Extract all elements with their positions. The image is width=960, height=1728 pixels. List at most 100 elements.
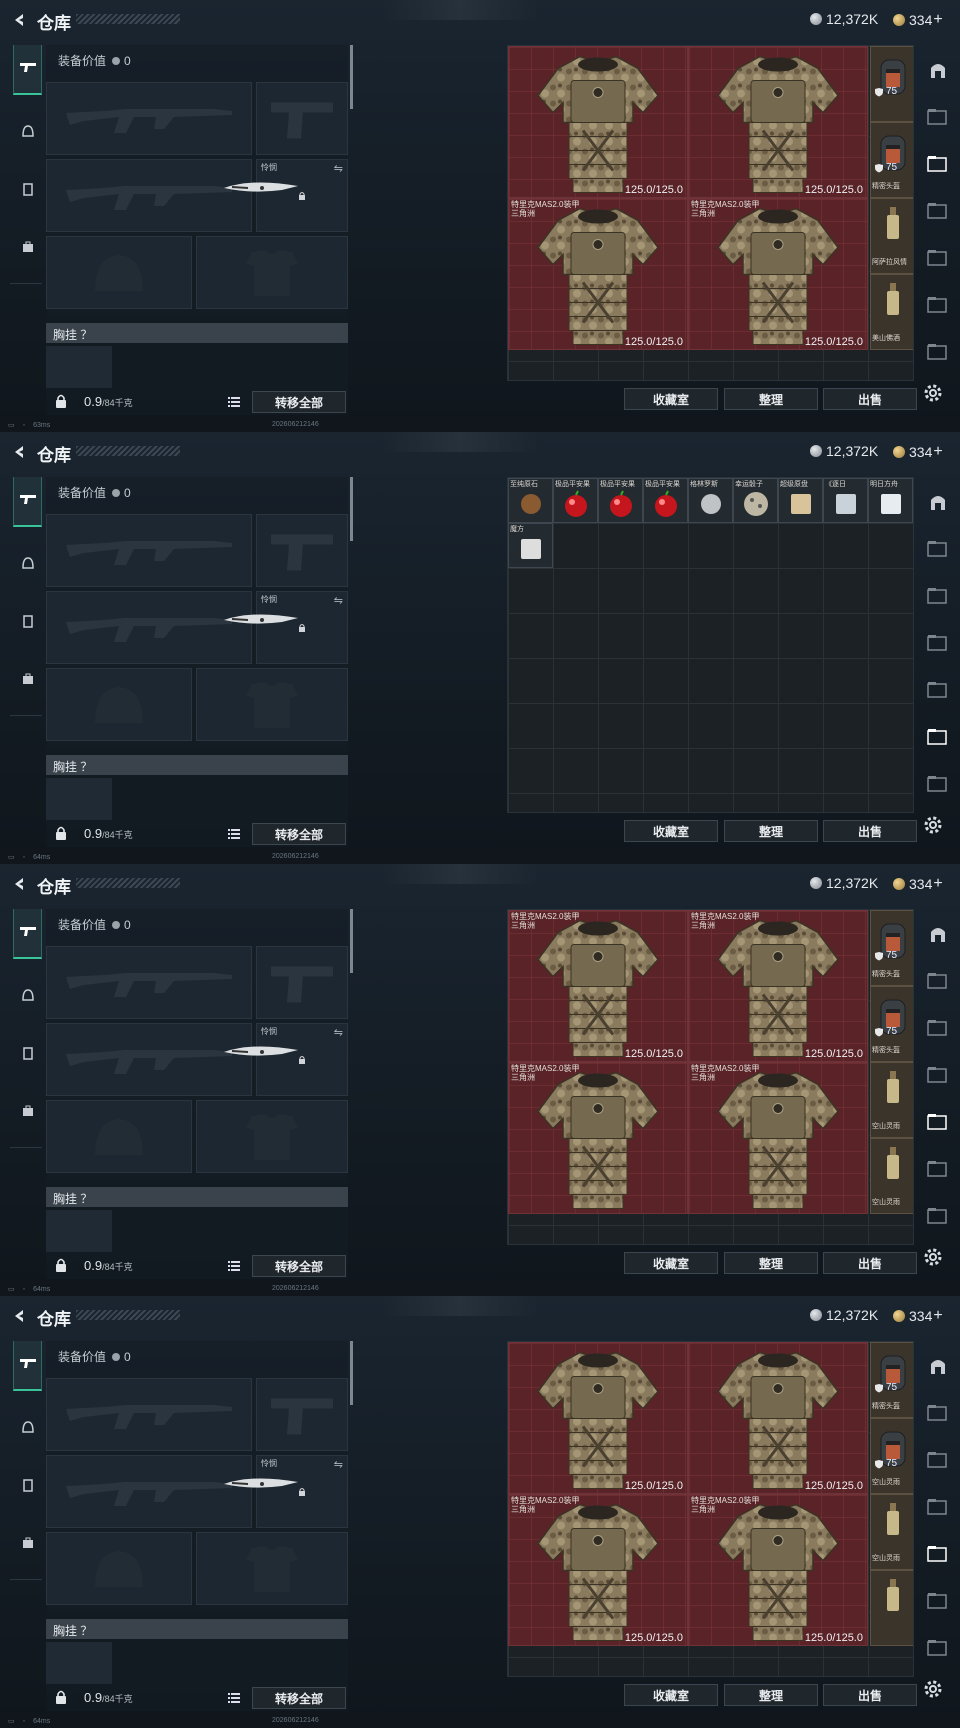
armor-slot[interactable] [196,668,348,741]
storage-grid[interactable]: 125.0/125.0 125.0/125.0 特里克MAS2.0装甲 三角洲 1… [507,1341,914,1677]
equipment-scrollbar[interactable] [350,909,353,973]
armor-item[interactable]: 特里克MAS2.0装甲 三角洲 125.0/125.0 [688,198,868,350]
transfer-all-button[interactable]: 转移全部 [252,391,346,413]
gold-currency[interactable]: 334 + [893,1307,943,1325]
collectible-item[interactable]: 魔方 [508,523,553,568]
back-arrow-icon[interactable] [8,9,30,31]
warehouse-page-tab[interactable] [923,1060,953,1090]
warehouse-page-tab[interactable] [923,196,953,226]
tab-helmets[interactable] [13,108,42,158]
side-item[interactable]: 精密头盔 75 [870,910,913,986]
transfer-all-button[interactable]: 转移全部 [252,1687,346,1709]
armor-slot[interactable] [196,1532,348,1605]
pistol-slot[interactable] [256,514,348,587]
equipment-scrollbar[interactable] [350,477,353,541]
armor-item[interactable]: 特里克MAS2.0装甲 三角洲 [508,1062,688,1214]
side-item[interactable]: 75 [870,46,913,122]
primary-weapon-slot[interactable] [46,514,252,587]
collectible-item[interactable]: 超级原盘 [778,478,823,523]
storage-grid[interactable]: 125.0/125.0 125.0/125.0 特里克MAS2.0装甲 三角洲 1… [507,45,914,381]
back-arrow-icon[interactable] [8,1305,30,1327]
sell-button[interactable]: 出售 [823,1252,917,1274]
back-arrow-icon[interactable] [8,441,30,463]
warehouse-page-tab[interactable] [923,581,953,611]
armor-item[interactable]: 125.0/125.0 [508,1342,688,1494]
tab-weapons[interactable] [13,45,42,95]
chest-rig-slot[interactable] [46,1210,112,1252]
melee-slot[interactable]: 怜悯 ⇋ [224,159,348,232]
transfer-all-button[interactable]: 转移全部 [252,1255,346,1277]
chest-rig-label[interactable]: 胸挂 ？ [46,323,348,343]
tab-backpacks[interactable] [13,1088,42,1138]
chest-rig-slot[interactable] [46,346,112,388]
swap-icon[interactable]: ⇋ [334,1026,343,1039]
collectible-item[interactable]: 至纯原石 [508,478,553,523]
swap-icon[interactable]: ⇋ [334,594,343,607]
warehouse-page-tab[interactable] [923,1633,953,1663]
warehouse-page-tab[interactable] [923,1013,953,1043]
side-item[interactable]: 空山灵雨 75 [870,1418,913,1494]
equipment-scrollbar[interactable] [350,1341,353,1405]
chest-rig-slot[interactable] [46,778,112,820]
padlock-icon[interactable] [54,393,68,409]
helmet-slot[interactable] [46,1100,192,1173]
gear-icon[interactable] [922,382,946,406]
armor-item[interactable]: 125.0/125.0 [508,46,688,198]
gear-icon[interactable] [922,814,946,838]
sort-button[interactable]: 整理 [724,388,818,410]
melee-slot[interactable]: 怜悯 ⇋ [224,1455,348,1528]
helmet-slot[interactable] [46,668,192,741]
tab-backpacks[interactable] [13,1520,42,1570]
collectible-item[interactable]: 明日方舟 [868,478,913,523]
side-item[interactable] [870,1570,913,1646]
list-icon[interactable] [224,824,244,844]
warehouse-page-tab[interactable] [923,534,953,564]
back-arrow-icon[interactable] [8,873,30,895]
equipment-scrollbar[interactable] [350,45,353,109]
sell-button[interactable]: 出售 [823,1684,917,1706]
warehouse-page-tab[interactable] [923,1445,953,1475]
sell-button[interactable]: 出售 [823,388,917,410]
tab-armor[interactable] [13,1030,42,1080]
tab-helmets[interactable] [13,972,42,1022]
vault-button[interactable]: 收藏室 [624,820,718,842]
tab-helmets[interactable] [13,1404,42,1454]
warehouse-page-tab[interactable] [923,769,953,799]
warehouse-home-icon[interactable] [923,919,953,949]
warehouse-page-tab[interactable] [923,1201,953,1231]
helmet-slot[interactable] [46,236,192,309]
pistol-slot[interactable] [256,946,348,1019]
add-gold-icon[interactable]: + [933,443,942,461]
warehouse-home-icon[interactable] [923,55,953,85]
vault-button[interactable]: 收藏室 [624,388,718,410]
warehouse-page-tab[interactable] [923,1154,953,1184]
gear-icon[interactable] [922,1246,946,1270]
warehouse-page-tab[interactable] [923,628,953,658]
add-gold-icon[interactable]: + [933,1307,942,1325]
gold-currency[interactable]: 334 + [893,443,943,461]
sort-button[interactable]: 整理 [724,820,818,842]
collectible-item[interactable]: 极品平安果 [598,478,643,523]
warehouse-home-icon[interactable] [923,487,953,517]
warehouse-page-tab[interactable] [923,1398,953,1428]
primary-weapon-slot[interactable] [46,946,252,1019]
collectible-item[interactable]: 幸运骰子 [733,478,778,523]
chest-rig-label[interactable]: 胸挂 ？ [46,755,348,775]
collectible-item[interactable]: 《逐日 [823,478,868,523]
side-item[interactable]: 空山灵雨 [870,1494,913,1570]
chest-rig-slot[interactable] [46,1642,112,1684]
gold-currency[interactable]: 334 + [893,875,943,893]
collectible-item[interactable]: 极品平安果 [643,478,688,523]
add-gold-icon[interactable]: + [933,11,942,29]
warehouse-page-tab[interactable] [923,1586,953,1616]
vault-button[interactable]: 收藏室 [624,1684,718,1706]
add-gold-icon[interactable]: + [933,875,942,893]
list-icon[interactable] [224,392,244,412]
tab-armor[interactable] [13,166,42,216]
tab-armor[interactable] [13,1462,42,1512]
side-item[interactable]: 精密头盔 75 [870,986,913,1062]
gear-icon[interactable] [922,1678,946,1702]
tab-backpacks[interactable] [13,656,42,706]
helmet-slot[interactable] [46,1532,192,1605]
padlock-icon[interactable] [54,1257,68,1273]
